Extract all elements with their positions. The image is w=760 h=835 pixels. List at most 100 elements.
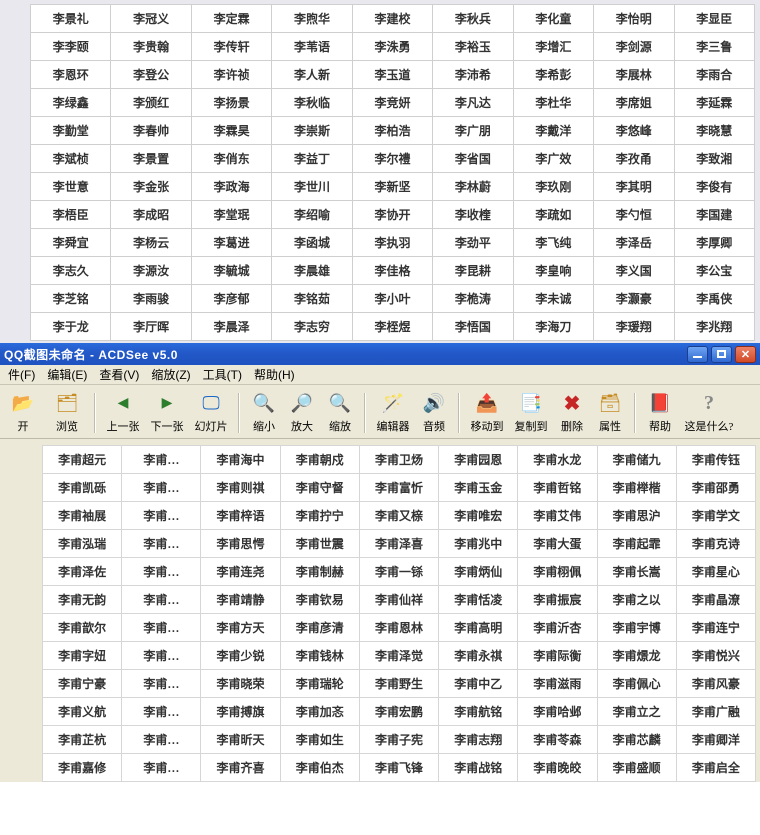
name-cell: 李甫永祺 [439, 642, 518, 670]
name-cell: 李世意 [31, 173, 111, 201]
name-cell: 李志穷 [272, 313, 352, 341]
name-cell: 李尔禮 [352, 145, 432, 173]
name-cell: 李广效 [513, 145, 593, 173]
copy-to-button[interactable]: 复制到 [510, 390, 552, 436]
menu-item[interactable]: 缩放(Z) [145, 364, 196, 385]
toolbar-button-label: 编辑器 [377, 418, 410, 434]
delete-button[interactable]: 删除 [554, 390, 590, 436]
name-cell: 李甫嘉修 [43, 754, 122, 782]
bottom-name-grid-container: 李甫超元李甫…李甫海中李甫朝戍李甫卫炀李甫园恩李甫水龙李甫储九李甫传钰李甫凯砾李… [0, 439, 760, 782]
name-cell: 李甫高明 [439, 614, 518, 642]
browse-button[interactable]: 浏览 [46, 390, 88, 436]
name-cell: 李秋临 [272, 89, 352, 117]
name-cell: 李甫广融 [676, 698, 755, 726]
name-cell: 李舜宜 [31, 229, 111, 257]
name-cell: 李孜甬 [594, 145, 674, 173]
name-cell: 李收楏 [433, 201, 513, 229]
menu-item[interactable]: 工具(T) [197, 364, 248, 385]
del-icon [560, 392, 584, 416]
name-cell: 李飞纯 [513, 229, 593, 257]
name-cell: 李甫富忻 [359, 474, 438, 502]
name-cell: 李甫大蛋 [518, 530, 597, 558]
close-button[interactable] [735, 346, 756, 363]
name-cell: 李晨泽 [191, 313, 271, 341]
menu-item[interactable]: 查看(V) [93, 364, 145, 385]
name-cell: 李甫无韵 [43, 586, 122, 614]
prev-icon [111, 392, 135, 416]
toolbar-button-label: 下一张 [151, 418, 184, 434]
zoomin-icon [290, 392, 314, 416]
editor-button[interactable]: 编辑器 [372, 390, 414, 436]
name-cell: 李甫志翔 [439, 726, 518, 754]
name-cell: 李甫宇博 [597, 614, 676, 642]
zoom-icon [328, 392, 352, 416]
name-cell: 李皇响 [513, 257, 593, 285]
whats-this-button[interactable]: 这是什么? [680, 390, 738, 436]
move-to-button[interactable]: 移动到 [466, 390, 508, 436]
name-cell: 李志久 [31, 257, 111, 285]
name-cell: 李甫彦清 [280, 614, 359, 642]
zoom-button[interactable]: 缩放 [322, 390, 358, 436]
name-cell: 李义国 [594, 257, 674, 285]
name-cell: 李甫昕天 [201, 726, 280, 754]
name-cell: 李甫盛顺 [597, 754, 676, 782]
name-cell: 李梧臣 [31, 201, 111, 229]
open-button[interactable]: 开 [2, 390, 44, 436]
name-cell: 李源汝 [111, 257, 191, 285]
name-cell: 李甫方天 [201, 614, 280, 642]
name-cell: 李禹侠 [674, 285, 755, 313]
toolbar-separator [634, 393, 636, 433]
toolbar-button-label: 幻灯片 [195, 418, 228, 434]
menu-item[interactable]: 编辑(E) [41, 364, 93, 385]
name-cell: 李甫凯砾 [43, 474, 122, 502]
prev-button[interactable]: 上一张 [102, 390, 144, 436]
minimize-button[interactable] [687, 346, 708, 363]
name-cell: 李甫振宸 [518, 586, 597, 614]
name-cell: 李绿鑫 [31, 89, 111, 117]
name-cell: 李甫中乙 [439, 670, 518, 698]
name-cell: 李甫之以 [597, 586, 676, 614]
name-cell: 李国建 [674, 201, 755, 229]
slideshow-button[interactable]: 幻灯片 [190, 390, 232, 436]
name-cell: 李甫储九 [597, 446, 676, 474]
name-cell: 李建校 [352, 5, 432, 33]
name-cell: 李甫星心 [676, 558, 755, 586]
slide-icon [199, 392, 223, 416]
name-cell: 李桎煜 [352, 313, 432, 341]
name-cell: 李甫… [122, 726, 201, 754]
menu-item[interactable]: 帮助(H) [248, 364, 301, 385]
name-cell: 李杨云 [111, 229, 191, 257]
toolbar-button-label: 属性 [599, 418, 621, 434]
name-cell: 李甫佩心 [597, 670, 676, 698]
name-cell: 李甫搏旗 [201, 698, 280, 726]
name-cell: 李甫滋雨 [518, 670, 597, 698]
toolbar-button-label: 音频 [423, 418, 445, 434]
name-cell: 李甫朝戍 [280, 446, 359, 474]
name-cell: 李甫伯杰 [280, 754, 359, 782]
toolbar-separator [238, 393, 240, 433]
name-cell: 李甫少锐 [201, 642, 280, 670]
editor-icon [381, 392, 405, 416]
name-cell: 李增汇 [513, 33, 593, 61]
help-button[interactable]: 帮助 [642, 390, 678, 436]
what-icon [697, 392, 721, 416]
name-cell: 李甫卫炀 [359, 446, 438, 474]
next-button[interactable]: 下一张 [146, 390, 188, 436]
name-cell: 李崇斯 [272, 117, 352, 145]
properties-button[interactable]: 属性 [592, 390, 628, 436]
name-cell: 李俏东 [191, 145, 271, 173]
help-icon [648, 392, 672, 416]
name-cell: 李显臣 [674, 5, 755, 33]
zoom-in-button[interactable]: 放大 [284, 390, 320, 436]
name-cell: 李甫泽喜 [359, 530, 438, 558]
name-cell: 李甫钱林 [280, 642, 359, 670]
name-cell: 李苇语 [272, 33, 352, 61]
zoom-out-button[interactable]: 缩小 [246, 390, 282, 436]
audio-button[interactable]: 音频 [416, 390, 452, 436]
name-cell: 李三鲁 [674, 33, 755, 61]
name-cell: 李兆翔 [674, 313, 755, 341]
maximize-button[interactable] [711, 346, 732, 363]
name-cell: 李晨雄 [272, 257, 352, 285]
name-cell: 李甫卿洋 [676, 726, 755, 754]
menu-item[interactable]: 件(F) [2, 364, 41, 385]
